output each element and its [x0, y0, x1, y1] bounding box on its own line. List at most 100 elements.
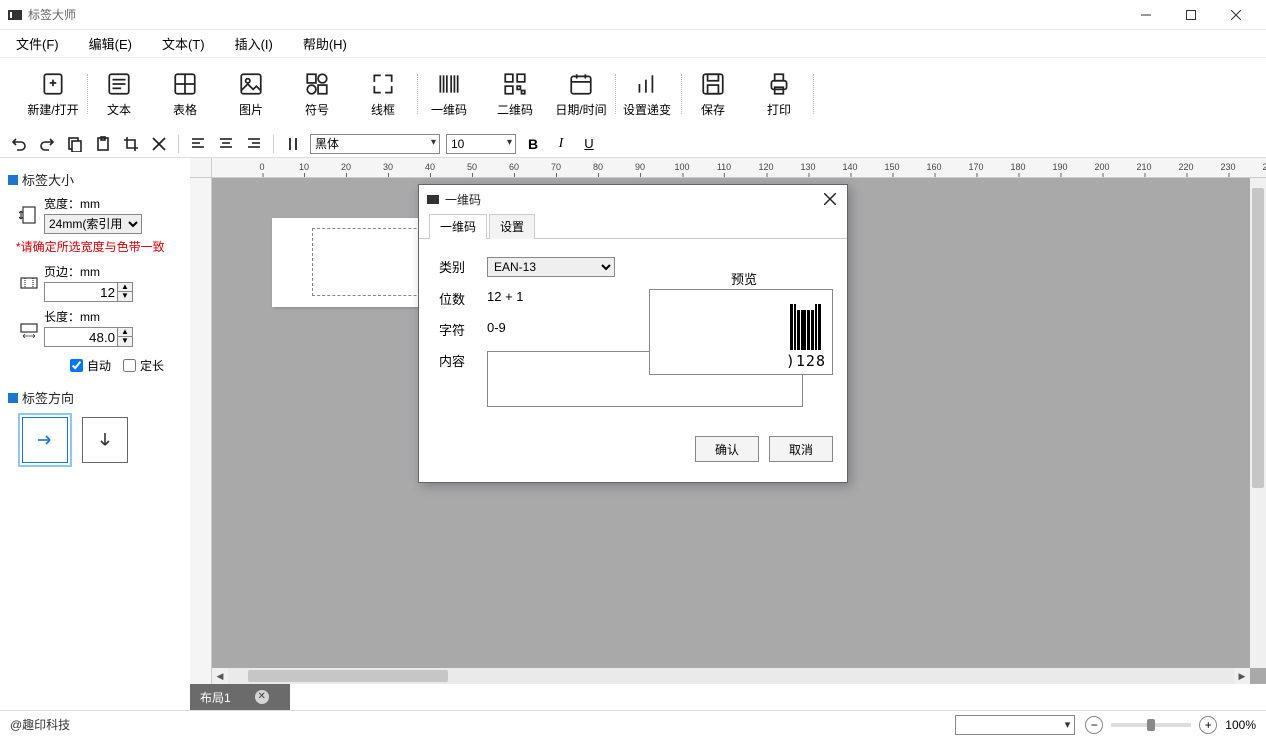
status-company: @趣印科技 [10, 716, 945, 733]
tool-print[interactable]: 打印 [746, 64, 812, 124]
bold-button[interactable]: B [522, 133, 544, 155]
minimize-button[interactable] [1123, 0, 1168, 30]
horizontal-ruler: 0102030405060708090100110120130140150160… [212, 158, 1266, 178]
barcode-preview-graphic: )128 [786, 304, 826, 370]
align-center-button[interactable] [215, 133, 237, 155]
fixed-checkbox[interactable]: 定长 [123, 357, 164, 374]
dialog-tab-settings[interactable]: 设置 [489, 214, 535, 239]
width-icon [18, 204, 40, 226]
zoom-slider[interactable] [1111, 723, 1191, 727]
tool-frame[interactable]: 线框 [350, 64, 416, 124]
zoom-out-button[interactable]: − [1085, 716, 1103, 734]
align-right-button[interactable] [243, 133, 265, 155]
size-select-wrap: 10 [446, 134, 516, 154]
delete-button[interactable] [148, 133, 170, 155]
window-titlebar: 标签大师 [0, 0, 1266, 30]
close-button[interactable] [1213, 0, 1258, 30]
chars-value: 0-9 [487, 320, 506, 335]
digits-value: 12 + 1 [487, 289, 524, 304]
status-combo[interactable] [955, 715, 1075, 735]
dialog-tabs: 一维码 设置 [419, 213, 847, 239]
app-title: 标签大师 [28, 6, 1123, 23]
preview-label: 预览 [731, 269, 757, 288]
digits-label: 位数 [439, 289, 487, 308]
length-icon [18, 317, 40, 339]
zoom-controls: − + 100% [1085, 716, 1256, 734]
width-select[interactable]: 24mm(索引用 [44, 214, 142, 234]
dialog-titlebar[interactable]: 一维码 [419, 185, 847, 213]
margin-input[interactable] [44, 282, 118, 302]
tool-symbol[interactable]: 符号 [284, 64, 350, 124]
section-label-size: 标签大小 [8, 170, 182, 189]
doc-tab-layout1[interactable]: 布局1 ✕ [190, 684, 290, 710]
menu-text[interactable]: 文本(T) [154, 32, 213, 55]
auto-checkbox[interactable]: 自动 [70, 357, 111, 374]
menu-edit[interactable]: 编辑(E) [81, 32, 140, 55]
vertical-text-button[interactable] [282, 133, 304, 155]
crop-button[interactable] [120, 133, 142, 155]
dialog-ok-button[interactable]: 确认 [695, 436, 759, 462]
length-label: 长度：mm [44, 308, 133, 325]
tool-barcode-2d[interactable]: 二维码 [482, 64, 548, 124]
width-label: 宽度：mm [44, 195, 142, 212]
font-select-wrap: 黑体 [310, 134, 440, 154]
align-left-button[interactable] [187, 133, 209, 155]
ruler-corner [190, 158, 212, 178]
close-tab-icon[interactable]: ✕ [255, 690, 269, 704]
properties-sidebar: 标签大小 宽度：mm 24mm(索引用 *请确定所选宽度与色带一致 页边：mm … [0, 158, 190, 684]
category-label: 类别 [439, 257, 487, 276]
undo-button[interactable] [8, 133, 30, 155]
vertical-scrollbar[interactable] [1250, 178, 1266, 668]
status-bar: @趣印科技 − + 100% [0, 710, 1266, 738]
italic-button[interactable]: I [550, 133, 572, 155]
main-toolbar: 新建/打开 文本 表格 图片 符号 线框 一维码 二维码 日期/时间 设置递变 … [0, 58, 1266, 130]
redo-button[interactable] [36, 133, 58, 155]
maximize-button[interactable] [1168, 0, 1213, 30]
tool-image[interactable]: 图片 [218, 64, 284, 124]
menu-file[interactable]: 文件(F) [8, 32, 67, 55]
orientation-vertical[interactable] [82, 417, 128, 463]
format-toolbar: 黑体 10 B I U [0, 130, 1266, 158]
barcode-preview-number: )128 [786, 352, 826, 370]
barcode-dialog: 一维码 一维码 设置 预览 )128 类别 EAN-13 [418, 184, 848, 483]
copy-button[interactable] [64, 133, 86, 155]
margin-icon [18, 272, 40, 294]
separator [273, 135, 274, 153]
margin-label: 页边：mm [44, 263, 133, 280]
vertical-ruler [190, 178, 212, 684]
tool-new-open[interactable]: 新建/打开 [20, 64, 86, 124]
length-input[interactable] [44, 327, 118, 347]
dialog-close-button[interactable] [821, 190, 839, 208]
font-select[interactable]: 黑体 [310, 134, 440, 154]
dialog-tab-barcode[interactable]: 一维码 [429, 214, 487, 239]
content-label: 内容 [439, 351, 487, 370]
barcode-preview: )128 [649, 289, 833, 375]
horizontal-scrollbar[interactable]: ◀▶ [212, 668, 1250, 684]
menubar: 文件(F) 编辑(E) 文本(T) 插入(I) 帮助(H) [0, 30, 1266, 58]
tool-datetime[interactable]: 日期/时间 [548, 64, 614, 124]
orientation-horizontal[interactable] [22, 417, 68, 463]
document-tabs: 布局1 ✕ [190, 684, 290, 710]
section-label-orientation: 标签方向 [8, 388, 182, 407]
dialog-logo-icon [427, 195, 439, 204]
tool-barcode-1d[interactable]: 一维码 [416, 64, 482, 124]
tool-save[interactable]: 保存 [680, 64, 746, 124]
chars-label: 字符 [439, 320, 487, 339]
app-logo-icon [8, 10, 22, 20]
font-size-select[interactable]: 10 [446, 134, 516, 154]
dialog-cancel-button[interactable]: 取消 [769, 436, 833, 462]
tool-table[interactable]: 表格 [152, 64, 218, 124]
tool-text[interactable]: 文本 [86, 64, 152, 124]
underline-button[interactable]: U [578, 133, 600, 155]
length-spinner[interactable]: ▲▼ [118, 327, 133, 347]
category-select[interactable]: EAN-13 [487, 257, 615, 277]
width-warning: *请确定所选宽度与色带一致 [16, 238, 182, 255]
zoom-in-button[interactable]: + [1199, 716, 1217, 734]
menu-help[interactable]: 帮助(H) [295, 32, 355, 55]
dialog-title: 一维码 [445, 191, 481, 208]
menu-insert[interactable]: 插入(I) [227, 32, 281, 55]
tool-increment[interactable]: 设置递变 [614, 64, 680, 124]
paste-button[interactable] [92, 133, 114, 155]
zoom-value: 100% [1225, 718, 1256, 732]
margin-spinner[interactable]: ▲▼ [118, 282, 133, 302]
